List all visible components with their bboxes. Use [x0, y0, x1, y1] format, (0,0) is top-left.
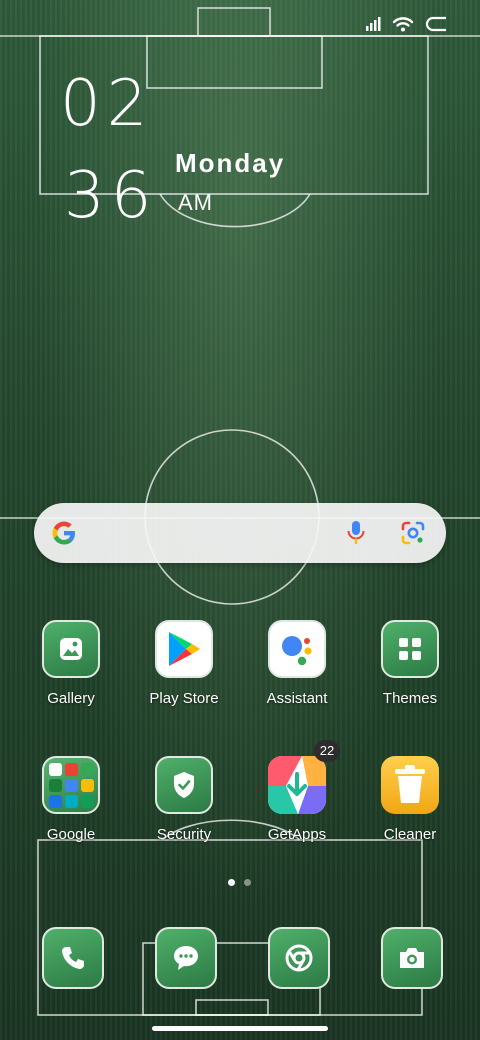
- dock-messages[interactable]: [155, 927, 217, 989]
- app-label: Themes: [382, 690, 438, 707]
- dock-camera[interactable]: [381, 927, 443, 989]
- home-gesture-bar[interactable]: [152, 1026, 328, 1031]
- clock-ampm: AM: [178, 190, 213, 215]
- wifi-icon: [392, 16, 414, 32]
- status-bar: [366, 16, 450, 32]
- app-cleaner[interactable]: Cleaner: [360, 756, 460, 843]
- app-label: Assistant: [266, 690, 328, 707]
- dock-chrome[interactable]: [268, 927, 330, 989]
- google-folder-icon: [42, 756, 100, 814]
- page-dot-2: [244, 879, 251, 886]
- google-search-bar[interactable]: [34, 503, 446, 563]
- app-assistant[interactable]: Assistant: [247, 620, 347, 707]
- app-getapps[interactable]: 22 GetApps: [247, 740, 347, 843]
- app-label: GetApps: [267, 826, 327, 843]
- getapps-icon: 22: [268, 740, 340, 814]
- page-indicator[interactable]: [228, 879, 251, 886]
- page-dot-1: [228, 879, 235, 886]
- assistant-icon: [268, 620, 326, 678]
- battery-icon: [424, 16, 450, 32]
- app-label: Play Store: [149, 690, 219, 707]
- app-label: Google: [46, 826, 96, 843]
- app-gallery[interactable]: Gallery: [21, 620, 121, 707]
- clock-day: Monday: [175, 148, 286, 178]
- app-label: Security: [156, 826, 212, 843]
- play-store-icon: [155, 620, 213, 678]
- clock-hour: 02: [60, 67, 154, 141]
- notification-badge: 22: [314, 740, 340, 762]
- themes-icon: [381, 620, 439, 678]
- lens-icon[interactable]: [400, 520, 426, 551]
- app-security[interactable]: Security: [134, 756, 234, 843]
- app-label: Cleaner: [383, 826, 437, 843]
- app-google-folder[interactable]: Google: [21, 756, 121, 843]
- dock-phone[interactable]: [42, 927, 104, 989]
- gallery-icon: [42, 620, 100, 678]
- signal-icon: [366, 17, 382, 31]
- mic-icon[interactable]: [346, 520, 366, 551]
- security-icon: [155, 756, 213, 814]
- cleaner-icon: [381, 756, 439, 814]
- app-label: Gallery: [47, 690, 95, 707]
- google-g-icon: [50, 519, 78, 552]
- app-themes[interactable]: Themes: [360, 620, 460, 707]
- app-play-store[interactable]: Play Store: [134, 620, 234, 707]
- clock-minute: 36: [64, 159, 158, 233]
